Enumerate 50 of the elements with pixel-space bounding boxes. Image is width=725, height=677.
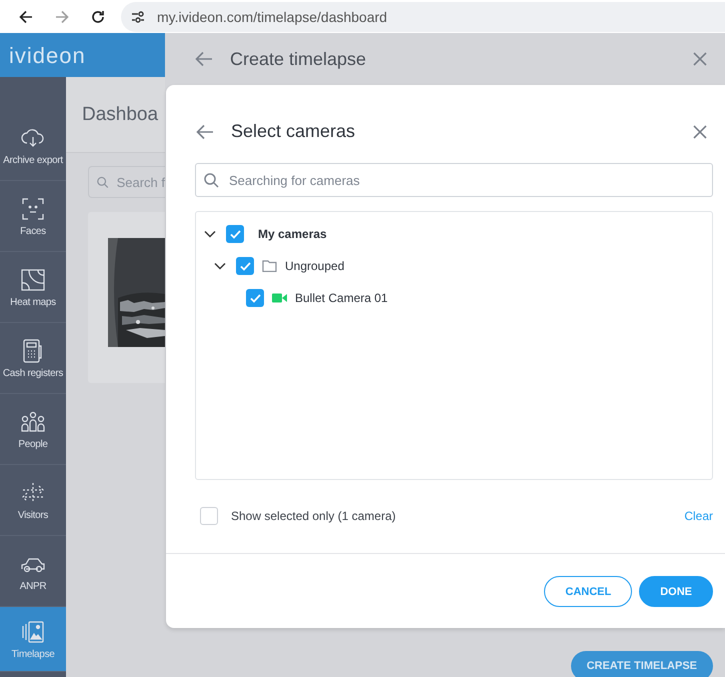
checkbox[interactable]: [226, 225, 244, 243]
sidebar-item[interactable]: Timelapse: [0, 607, 66, 672]
tree-item-label[interactable]: Bullet Camera 01: [295, 291, 388, 305]
checkbox[interactable]: [200, 507, 218, 525]
url-text: my.ivideon.com/timelapse/dashboard: [157, 8, 388, 24]
done-button[interactable]: DONE: [639, 576, 713, 607]
face-scan-icon: [20, 196, 46, 222]
chevron-down-icon: [204, 230, 216, 238]
reload-icon: [91, 10, 105, 24]
search-icon: [204, 172, 219, 188]
checkbox[interactable]: [246, 289, 264, 307]
dialog-title: Select cameras: [231, 121, 356, 142]
folder-icon: [262, 260, 277, 272]
panel-title: Create timelapse: [230, 48, 368, 70]
address-bar[interactable]: my.ivideon.com/timelapse/dashboard: [121, 2, 725, 32]
photo-stack-icon: [20, 618, 46, 644]
tree-item-label[interactable]: My cameras: [258, 227, 327, 241]
checkmark-icon: [230, 230, 240, 238]
tree-item-label[interactable]: Ungrouped: [285, 259, 344, 273]
back-arrow-icon: [196, 124, 214, 140]
close-icon: [693, 52, 707, 66]
search-input[interactable]: Searching for cameras: [227, 172, 712, 188]
sidebar-item[interactable]: People: [0, 394, 66, 465]
back-arrow-icon: [19, 10, 33, 24]
close-button[interactable]: [693, 124, 707, 138]
back-arrow-icon: [195, 51, 213, 67]
sidebar-item[interactable]: Heat maps: [0, 252, 66, 323]
logo: ivideon: [0, 33, 165, 77]
checkbox[interactable]: [236, 257, 254, 275]
close-icon: [693, 124, 707, 138]
sidebar-item[interactable]: Faces: [0, 181, 66, 252]
checkbox-label: Show selected only (1 camera): [231, 509, 397, 523]
forward-arrow-icon: [55, 10, 69, 24]
expand-toggle[interactable]: [214, 262, 228, 270]
camera-card[interactable]: [88, 212, 165, 383]
site-settings-icon: [131, 10, 145, 22]
expand-toggle[interactable]: [204, 230, 218, 238]
checkmark-icon: [240, 262, 250, 270]
chevron-down-icon: [214, 262, 226, 270]
cancel-button[interactable]: CANCEL: [544, 576, 632, 607]
search-field[interactable]: Searching for cameras: [195, 163, 713, 197]
video-camera-icon: [272, 293, 287, 303]
clear-link[interactable]: Clear: [684, 509, 713, 523]
close-button[interactable]: [693, 52, 707, 66]
checkmark-icon: [250, 294, 260, 302]
search-icon: [97, 174, 109, 190]
sidebar-item[interactable]: Visitors: [0, 465, 66, 536]
sidebar-item[interactable]: Cash registers: [0, 323, 66, 394]
page-title: Dashboa: [82, 104, 158, 126]
heat-map-icon: [20, 266, 46, 292]
